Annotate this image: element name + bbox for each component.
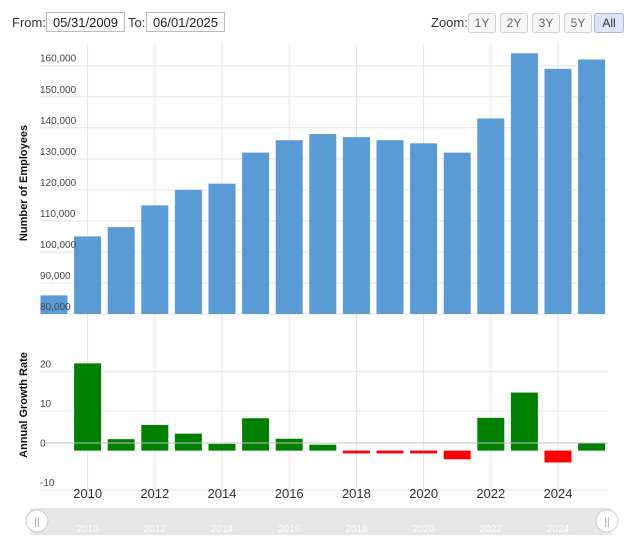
x-tick-label: 2018 bbox=[342, 486, 371, 501]
employees-bar bbox=[309, 134, 337, 314]
growth-bar bbox=[107, 439, 135, 451]
x-tick-label: 2024 bbox=[544, 486, 573, 501]
growth-bar bbox=[141, 424, 169, 451]
chart-svg: 80,000 90,000 100,000 110,000 120,000 130,000… bbox=[18, 44, 619, 535]
employees-bar bbox=[477, 118, 505, 314]
employees-bar bbox=[242, 152, 270, 314]
navigator-tick-label: 2020 bbox=[412, 524, 435, 535]
employees-bars bbox=[40, 53, 606, 315]
navigator-left-handle[interactable]: || bbox=[25, 509, 49, 533]
employees-bar bbox=[208, 183, 236, 314]
employees-axis-title: Number of Employees bbox=[18, 125, 30, 241]
growth-bar bbox=[578, 443, 606, 451]
employees-ytick: 140,000 bbox=[40, 116, 77, 127]
growth-bar bbox=[376, 450, 404, 454]
growth-axis-title: Annual Growth Rate bbox=[18, 352, 30, 458]
x-tick-label: 2014 bbox=[208, 486, 237, 501]
navigator-tick-label: 2012 bbox=[144, 524, 167, 535]
growth-bar bbox=[74, 363, 102, 451]
employees-bar bbox=[141, 205, 169, 314]
x-tick-label: 2016 bbox=[275, 486, 304, 501]
growth-rate-bars bbox=[74, 363, 606, 463]
employees-bar bbox=[275, 140, 303, 314]
growth-ytick: 20 bbox=[40, 360, 52, 371]
employees-bar bbox=[376, 140, 404, 314]
x-tick-label: 2020 bbox=[409, 486, 438, 501]
employees-bar bbox=[544, 68, 572, 315]
x-tick-label: 2010 bbox=[73, 486, 102, 501]
growth-bar bbox=[275, 438, 303, 451]
employees-ytick: 100,000 bbox=[40, 240, 77, 251]
navigator-tick-label: 2022 bbox=[480, 524, 503, 535]
employees-ytick: 130,000 bbox=[40, 147, 77, 158]
navigator-right-handle-grip: || bbox=[604, 517, 609, 528]
navigator-tick-label: 2018 bbox=[345, 524, 368, 535]
growth-bar bbox=[309, 444, 337, 451]
growth-bar bbox=[208, 443, 236, 451]
employees-bar bbox=[342, 137, 370, 314]
growth-bar bbox=[544, 450, 572, 463]
growth-bar bbox=[477, 417, 505, 451]
navigator-right-handle[interactable]: || bbox=[595, 509, 619, 533]
employees-bar bbox=[578, 59, 606, 314]
growth-bar bbox=[510, 392, 538, 451]
growth-bar bbox=[242, 418, 270, 451]
employees-bar bbox=[443, 152, 471, 314]
employees-ytick: 110,000 bbox=[40, 209, 76, 220]
navigator-tick-label: 2016 bbox=[278, 524, 301, 535]
navigator-tick-label: 2010 bbox=[76, 524, 99, 535]
employees-ytick: 150,000 bbox=[40, 85, 77, 96]
x-tick-label: 2022 bbox=[476, 486, 505, 501]
employees-ytick: 80,000 bbox=[40, 302, 71, 313]
navigator-tick-label: 2024 bbox=[547, 524, 570, 535]
growth-bar bbox=[443, 450, 471, 460]
growth-bar bbox=[410, 450, 438, 454]
employees-ytick: 120,000 bbox=[40, 178, 77, 189]
employees-bar bbox=[510, 53, 538, 315]
navigator-track[interactable] bbox=[30, 508, 611, 535]
growth-ytick: 10 bbox=[40, 399, 52, 410]
employees-bar bbox=[107, 227, 135, 314]
employees-bar bbox=[410, 143, 438, 314]
employees-bar bbox=[174, 189, 202, 314]
employees-ytick: 90,000 bbox=[40, 271, 71, 282]
x-tick-label: 2012 bbox=[140, 486, 169, 501]
growth-bar bbox=[342, 450, 370, 454]
navigator-left-handle-grip: || bbox=[34, 517, 39, 528]
growth-bar bbox=[174, 433, 202, 451]
growth-ytick: 0 bbox=[40, 439, 46, 450]
growth-ytick: -10 bbox=[40, 478, 55, 489]
employees-ytick: 160,000 bbox=[40, 54, 77, 65]
navigator-tick-label: 2014 bbox=[211, 524, 234, 535]
employees-bar bbox=[74, 236, 102, 314]
